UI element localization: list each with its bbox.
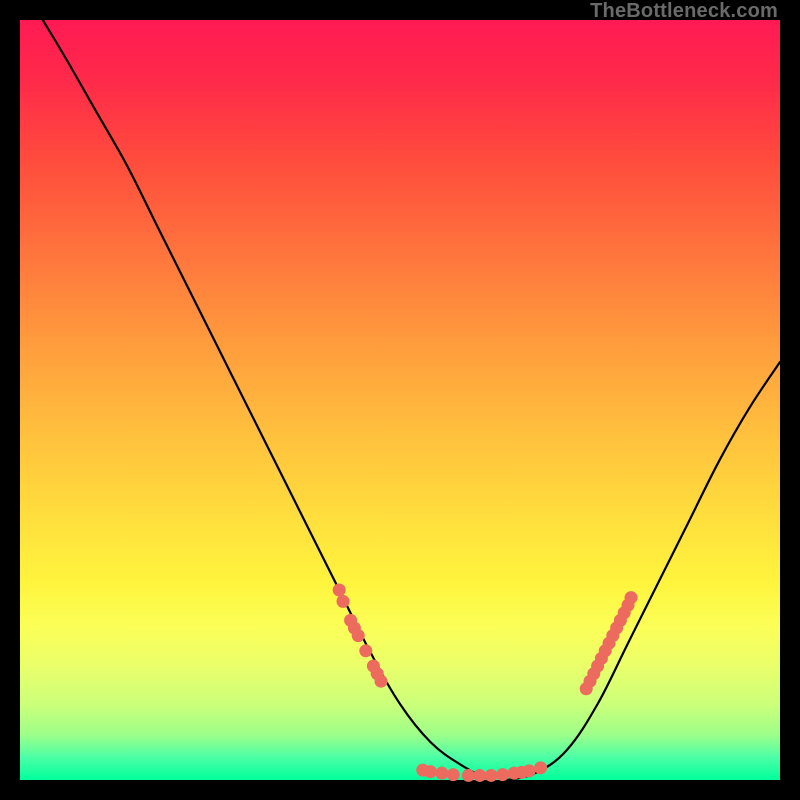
data-marker	[496, 768, 509, 781]
marker-group	[333, 584, 638, 782]
data-marker	[534, 761, 547, 774]
chart-frame: TheBottleneck.com	[0, 0, 800, 800]
data-marker	[435, 767, 448, 780]
data-marker	[424, 765, 437, 778]
data-marker	[337, 595, 350, 608]
bottleneck-curve	[43, 20, 780, 782]
data-marker	[359, 644, 372, 657]
chart-svg	[20, 20, 780, 780]
data-marker	[625, 591, 638, 604]
data-marker	[523, 764, 536, 777]
data-marker	[333, 584, 346, 597]
data-marker	[447, 768, 460, 781]
data-marker	[462, 769, 475, 782]
data-marker	[485, 769, 498, 782]
data-marker	[375, 675, 388, 688]
data-marker	[352, 629, 365, 642]
plot-area	[20, 20, 780, 780]
data-marker	[473, 769, 486, 782]
